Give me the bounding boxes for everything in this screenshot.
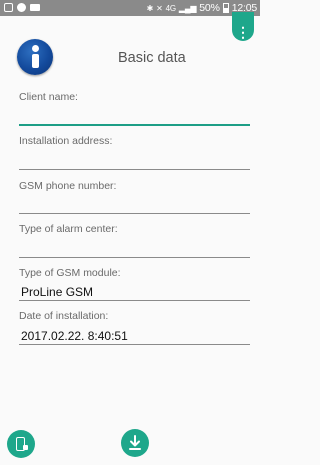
alarm-center-input[interactable]: [19, 257, 250, 258]
installation-address-input[interactable]: [19, 169, 250, 170]
gsm-module-label: Type of GSM module:: [19, 267, 121, 279]
signal-icon: ▂▄▆: [178, 3, 197, 13]
whatsapp-icon: [17, 3, 26, 12]
gsm-module-input[interactable]: [19, 300, 250, 301]
installation-address-label: Installation address:: [19, 135, 113, 147]
gsm-phone-input[interactable]: [19, 213, 250, 214]
install-date-label: Date of installation:: [19, 310, 109, 322]
battery-icon: [222, 3, 229, 13]
gsm-phone-label: GSM phone number:: [19, 180, 117, 192]
bluetooth-icon: ✱: [146, 3, 154, 13]
alarm-center-label: Type of alarm center:: [19, 223, 118, 235]
download-button[interactable]: [121, 429, 149, 457]
camera-icon: [30, 4, 40, 11]
mute-icon: ✕: [156, 3, 163, 13]
client-name-label: Client name:: [19, 91, 78, 103]
info-icon-bar: [32, 54, 39, 68]
download-icon: [129, 435, 141, 450]
overflow-menu-button[interactable]: ⋮: [232, 12, 254, 41]
image-icon: [4, 3, 13, 12]
network-type: 4G: [165, 3, 176, 13]
install-date-value[interactable]: 2017.02.22. 8:40:51: [21, 329, 128, 343]
battery-percent: 50%: [199, 2, 220, 14]
page-title: Basic data: [118, 50, 186, 66]
gsm-module-value[interactable]: ProLine GSM: [21, 285, 93, 299]
install-date-input[interactable]: [19, 344, 250, 345]
phone-lock-icon-badge: [23, 445, 28, 450]
info-icon: [17, 39, 53, 75]
client-name-input[interactable]: [19, 124, 250, 126]
status-bar-left: [4, 3, 40, 12]
phone-lock-button[interactable]: [7, 430, 35, 458]
info-icon-dot: [32, 45, 39, 52]
status-bar: ✱ ✕ 4G ▂▄▆ 50% 12:05: [0, 0, 260, 16]
